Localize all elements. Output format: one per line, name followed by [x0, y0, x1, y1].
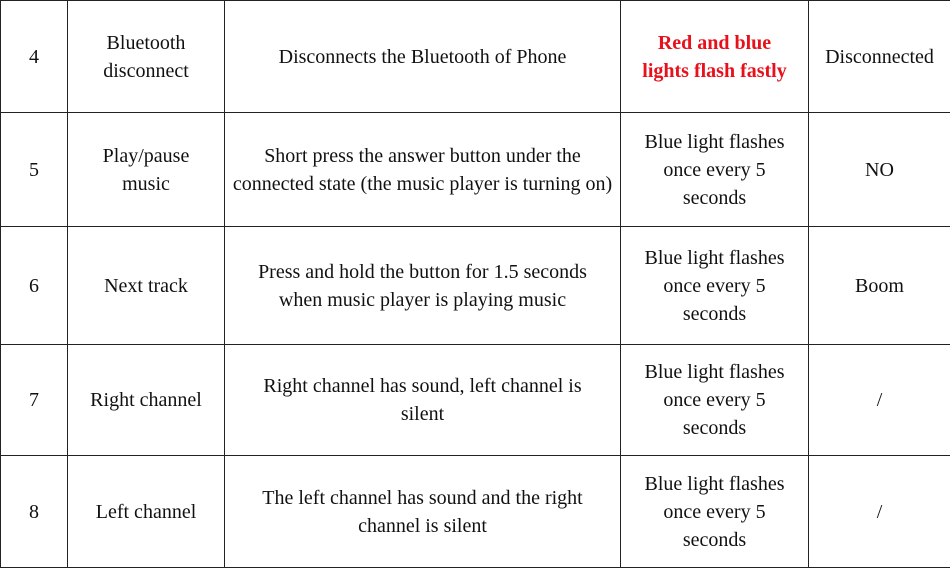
prompt-cell: / [809, 345, 950, 456]
operation-cell: The left channel has sound and the right… [225, 456, 621, 568]
function-cell: Left channel [68, 456, 225, 568]
table-row: 4 Bluetooth disconnect Disconnects the B… [1, 1, 950, 113]
table-row: 5 Play/pause music Short press the answe… [1, 113, 950, 227]
row-number: 5 [1, 113, 68, 227]
row-number: 7 [1, 345, 68, 456]
table-row: 8 Left channel The left channel has soun… [1, 456, 950, 568]
indicator-cell: Blue light flashes once every 5 seconds [621, 345, 809, 456]
table-row: 7 Right channel Right channel has sound,… [1, 345, 950, 456]
operation-cell: Disconnects the Bluetooth of Phone [225, 1, 621, 113]
table-row: 6 Next track Press and hold the button f… [1, 227, 950, 345]
function-cell: Bluetooth disconnect [68, 1, 225, 113]
operation-cell: Press and hold the button for 1.5 second… [225, 227, 621, 345]
indicator-cell: Red and blue lights flash fastly [621, 1, 809, 113]
function-cell: Play/pause music [68, 113, 225, 227]
function-cell: Right channel [68, 345, 225, 456]
operation-cell: Right channel has sound, left channel is… [225, 345, 621, 456]
prompt-cell: / [809, 456, 950, 568]
operation-cell: Short press the answer button under the … [225, 113, 621, 227]
prompt-cell: NO [809, 113, 950, 227]
row-number: 6 [1, 227, 68, 345]
function-table: 4 Bluetooth disconnect Disconnects the B… [0, 0, 950, 568]
row-number: 8 [1, 456, 68, 568]
row-number: 4 [1, 1, 68, 113]
function-cell: Next track [68, 227, 225, 345]
indicator-cell: Blue light flashes once every 5 seconds [621, 113, 809, 227]
indicator-cell: Blue light flashes once every 5 seconds [621, 456, 809, 568]
prompt-cell: Disconnected [809, 1, 950, 113]
prompt-cell: Boom [809, 227, 950, 345]
indicator-cell: Blue light flashes once every 5 seconds [621, 227, 809, 345]
